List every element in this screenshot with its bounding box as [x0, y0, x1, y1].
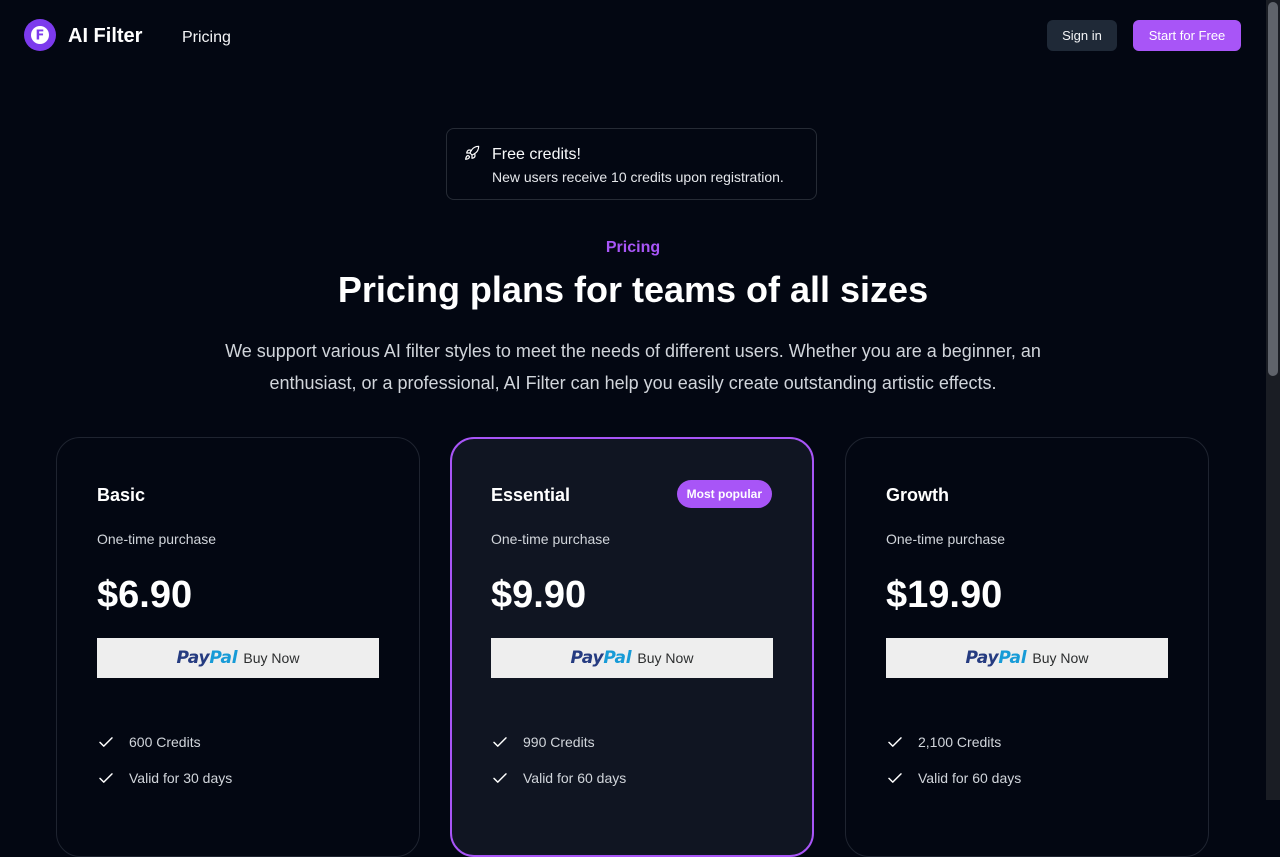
feature-label: 600 Credits: [129, 734, 201, 750]
check-icon: [99, 773, 113, 783]
paypal-logo-pal: Pal: [998, 648, 1027, 668]
check-icon: [888, 737, 902, 747]
feature-label: Valid for 60 days: [918, 770, 1022, 786]
brand-name[interactable]: AI Filter: [68, 24, 142, 48]
check-icon: [493, 737, 507, 747]
check-icon: [493, 773, 507, 783]
paypal-logo-pal: Pal: [209, 648, 238, 668]
paypal-logo-pay: Pay: [570, 648, 604, 668]
feature-item: Valid for 60 days: [491, 760, 626, 796]
paypal-buy-now-button[interactable]: PayPal Buy Now: [886, 638, 1168, 678]
plan-card-basic: Basic One-time purchase $6.90 PayPal Buy…: [56, 437, 420, 857]
plan-purchase-type: One-time purchase: [886, 531, 1006, 547]
paypal-buy-now-button[interactable]: PayPal Buy Now: [491, 638, 773, 678]
feature-label: 2,100 Credits: [918, 734, 1002, 750]
nav-link-pricing[interactable]: Pricing: [182, 28, 231, 48]
feature-item: 600 Credits: [97, 724, 232, 760]
paypal-logo-pal: Pal: [603, 648, 632, 668]
plan-price: $19.90: [886, 574, 1003, 616]
most-popular-badge: Most popular: [676, 480, 772, 508]
plan-name: Essential: [491, 485, 571, 505]
notice-title: Free credits!: [492, 146, 581, 163]
feature-item: 990 Credits: [491, 724, 626, 760]
feature-label: Valid for 60 days: [523, 770, 627, 786]
paypal-buy-label: Buy Now: [637, 650, 694, 666]
check-icon: [888, 773, 902, 783]
notice-text: New users receive 10 credits upon regist…: [492, 169, 784, 185]
page-subtitle: We support various AI filter styles to m…: [225, 341, 1041, 393]
paypal-logo-pay: Pay: [965, 648, 999, 668]
feature-item: Valid for 60 days: [886, 760, 1021, 796]
feature-item: Valid for 30 days: [97, 760, 232, 796]
section-eyebrow: Pricing: [605, 239, 661, 256]
plan-features-list: 990 Credits Valid for 60 days: [491, 724, 626, 796]
paypal-buy-label: Buy Now: [243, 650, 300, 666]
plan-features-list: 600 Credits Valid for 30 days: [97, 724, 232, 796]
paypal-logo-pay: Pay: [176, 648, 210, 668]
top-navbar: F AI Filter Pricing Sign in Start for Fr…: [0, 0, 1266, 72]
plan-name: Basic: [97, 485, 146, 505]
paypal-logo-icon: PayPal: [571, 648, 632, 668]
plan-purchase-type: One-time purchase: [97, 531, 217, 547]
paypal-buy-now-button[interactable]: PayPal Buy Now: [97, 638, 379, 678]
paypal-logo-icon: PayPal: [966, 648, 1027, 668]
plan-name: Growth: [886, 485, 949, 505]
free-credits-notice: Free credits! New users receive 10 credi…: [446, 128, 817, 200]
start-for-free-button[interactable]: Start for Free: [1133, 20, 1241, 51]
logo-letter: F: [36, 29, 45, 44]
brand-logo-icon[interactable]: F: [24, 19, 56, 51]
plan-card-essential: Essential Most popular One-time purchase…: [450, 437, 814, 857]
check-icon: [99, 737, 113, 747]
page-scrollbar-thumb[interactable]: [1268, 2, 1278, 376]
plan-price: $9.90: [491, 574, 587, 616]
plan-price: $6.90: [97, 574, 193, 616]
plan-features-list: 2,100 Credits Valid for 60 days: [886, 724, 1021, 796]
feature-label: 990 Credits: [523, 734, 595, 750]
plan-purchase-type: One-time purchase: [491, 531, 611, 547]
plan-card-growth: Growth One-time purchase $19.90 PayPal B…: [845, 437, 1209, 857]
logo-letter-icon: F: [31, 26, 49, 44]
sign-in-button[interactable]: Sign in: [1047, 20, 1117, 51]
rocket-icon: [465, 145, 480, 160]
paypal-logo-icon: PayPal: [177, 648, 238, 668]
feature-label: Valid for 30 days: [129, 770, 233, 786]
feature-item: 2,100 Credits: [886, 724, 1021, 760]
paypal-buy-label: Buy Now: [1032, 650, 1089, 666]
page-title: Pricing plans for teams of all sizes: [337, 269, 929, 310]
